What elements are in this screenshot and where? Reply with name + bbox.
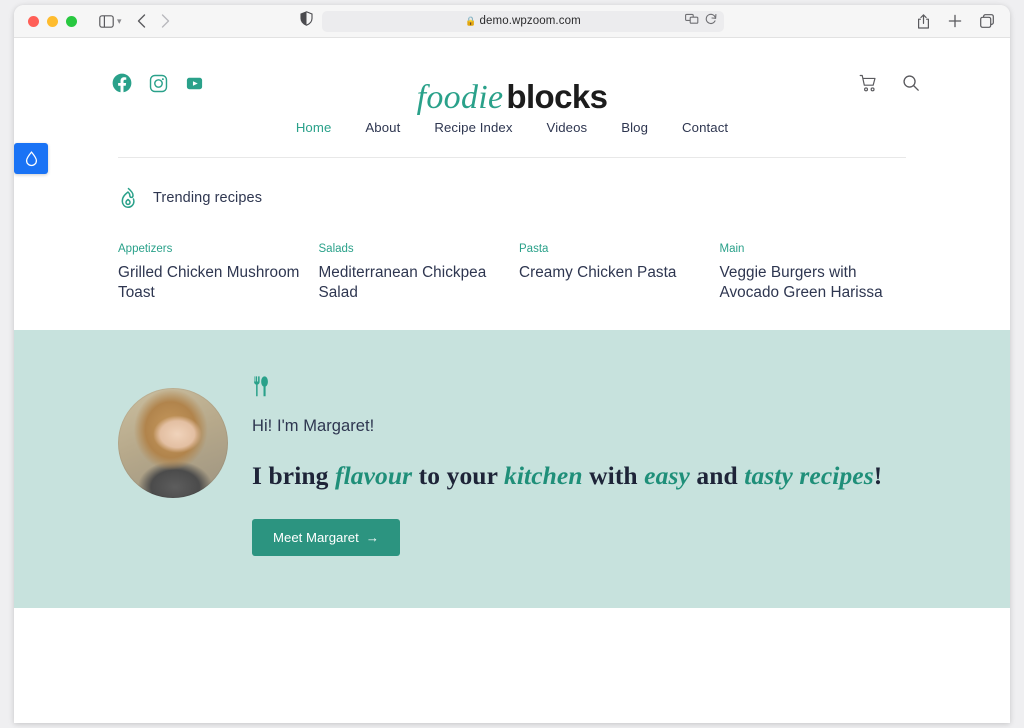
arrow-right-icon: →	[365, 530, 379, 546]
intro-greeting: Hi! I'm Margaret!	[252, 417, 375, 436]
nav-item-about[interactable]: About	[348, 120, 417, 135]
header-row	[14, 62, 1010, 104]
url-text: demo.wpzoom.com	[479, 15, 581, 27]
browser-window: ▾ 🔒 demo.wpzoom.com foodieblocks Home Ab…	[14, 5, 1010, 723]
water-drop-tab[interactable]	[14, 143, 48, 174]
headline-text: with	[582, 461, 645, 491]
nav-item-home[interactable]: Home	[279, 120, 349, 135]
page-viewport: foodieblocks Home About Recipe Index Vid…	[14, 38, 1010, 723]
flame-icon	[118, 187, 138, 209]
trending-header: Trending recipes	[118, 187, 906, 209]
recipe-title: Grilled Chicken Mushroom Toast	[118, 264, 300, 301]
address-bar-group: 🔒 demo.wpzoom.com	[300, 10, 724, 32]
close-window-button[interactable]	[28, 15, 39, 27]
social-links	[112, 73, 204, 93]
sidebar-icon[interactable]	[99, 14, 114, 28]
recipe-card[interactable]: Main Veggie Burgers with Avocado Green H…	[720, 231, 907, 302]
nav-item-videos[interactable]: Videos	[530, 120, 605, 135]
reload-icon[interactable]	[705, 12, 717, 30]
meet-margaret-label: Meet Margaret	[273, 530, 359, 546]
intro-content: Hi! I'm Margaret! I bring flavour to you…	[252, 374, 882, 557]
zoom-window-button[interactable]	[66, 15, 77, 27]
headline-text: !	[873, 461, 883, 491]
author-intro-section: Hi! I'm Margaret! I bring flavour to you…	[14, 330, 1010, 609]
recipe-category: Main	[719, 243, 745, 255]
nav-item-blog[interactable]: Blog	[604, 120, 665, 135]
recipe-category: Pasta	[519, 243, 549, 255]
instagram-icon[interactable]	[149, 74, 168, 93]
recipe-category: Appetizers	[118, 243, 173, 255]
youtube-icon[interactable]	[185, 74, 204, 93]
url-text-group: 🔒 demo.wpzoom.com	[465, 15, 581, 27]
trending-title: Trending recipes	[153, 190, 263, 206]
search-icon[interactable]	[902, 74, 920, 92]
nav-item-contact[interactable]: Contact	[665, 120, 745, 135]
avatar	[118, 388, 228, 499]
new-tab-icon[interactable]	[948, 14, 962, 28]
header-actions	[859, 74, 920, 93]
recipe-title: Veggie Burgers with Avocado Green Hariss…	[719, 264, 883, 301]
browser-toolbar: ▾ 🔒 demo.wpzoom.com	[14, 5, 1010, 38]
extensions-icon[interactable]	[685, 12, 699, 30]
chevron-down-icon[interactable]: ▾	[117, 16, 122, 27]
site-header: foodieblocks Home About Recipe Index Vid…	[14, 38, 1010, 158]
share-icon[interactable]	[917, 13, 930, 29]
nav-item-recipe-index[interactable]: Recipe Index	[417, 120, 529, 135]
recipe-card[interactable]: Pasta Creamy Chicken Pasta	[519, 231, 706, 302]
utensils-icon	[252, 376, 882, 402]
address-bar[interactable]: 🔒 demo.wpzoom.com	[322, 10, 724, 32]
recipe-title: Mediterranean Chickpea Salad	[318, 264, 487, 301]
minimize-window-button[interactable]	[47, 15, 58, 27]
forward-button[interactable]	[161, 14, 170, 28]
header-divider	[118, 157, 906, 158]
cart-icon[interactable]	[859, 74, 878, 93]
headline-text: to your	[412, 461, 505, 491]
shield-icon[interactable]	[300, 11, 313, 31]
recipe-grid: Appetizers Grilled Chicken Mushroom Toas…	[118, 231, 906, 302]
recipe-category: Salads	[318, 243, 354, 255]
recipe-title: Creamy Chicken Pasta	[519, 264, 677, 281]
headline-text: I bring	[252, 461, 335, 491]
trending-recipes-section: Trending recipes Appetizers Grilled Chic…	[14, 158, 1010, 302]
headline-text: and	[689, 461, 745, 491]
intro-headline: I bring flavour to your kitchen with eas…	[252, 461, 882, 491]
headline-accent-word: flavour	[335, 461, 413, 491]
toolbar-right-actions	[917, 13, 994, 29]
lock-icon: 🔒	[465, 15, 477, 26]
headline-accent-word: kitchen	[504, 461, 583, 491]
tab-overview-icon[interactable]	[980, 14, 994, 28]
headline-accent-word: easy	[644, 461, 690, 491]
site-nav: Home About Recipe Index Videos Blog Cont…	[14, 120, 1010, 135]
meet-margaret-button[interactable]: Meet Margaret →	[252, 519, 400, 557]
recipe-card[interactable]: Salads Mediterranean Chickpea Salad	[319, 231, 506, 302]
recipe-card[interactable]: Appetizers Grilled Chicken Mushroom Toas…	[118, 231, 305, 302]
headline-accent-word: tasty recipes	[744, 461, 874, 491]
window-controls[interactable]	[28, 15, 77, 27]
address-bar-icons	[685, 12, 717, 30]
back-button[interactable]	[137, 14, 146, 28]
facebook-icon[interactable]	[112, 73, 132, 93]
